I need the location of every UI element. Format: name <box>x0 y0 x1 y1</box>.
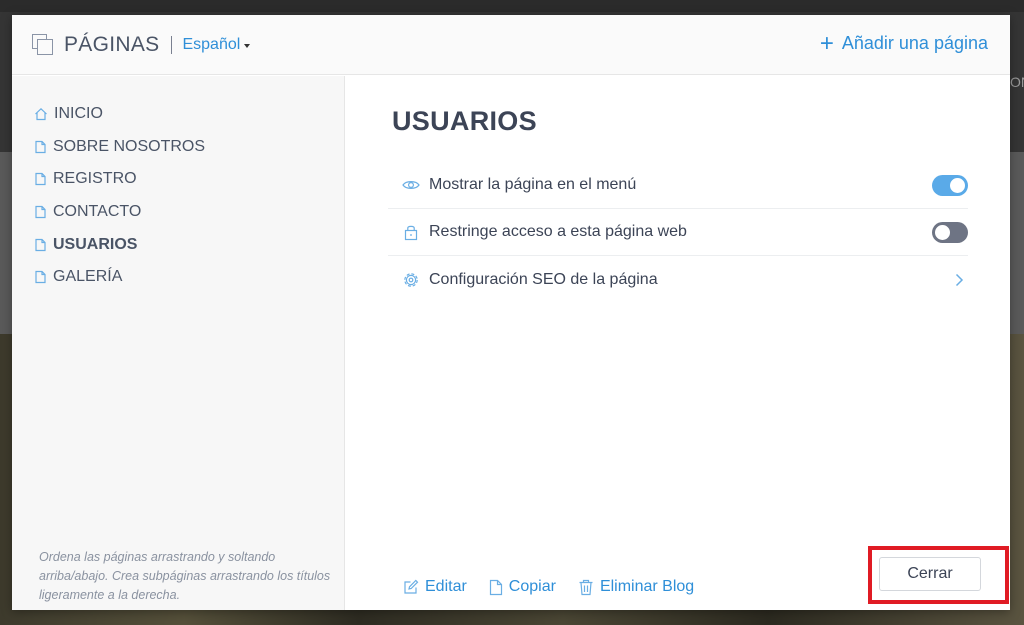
sidebar-item-usuarios[interactable]: USUARIOS <box>34 228 205 261</box>
add-page-button[interactable]: + Añadir una página <box>819 29 988 57</box>
language-selector[interactable]: Español <box>182 35 251 54</box>
page-icon <box>35 205 46 219</box>
page-title: USUARIOS <box>392 106 537 136</box>
page-icon <box>35 238 46 251</box>
home-icon <box>35 108 47 121</box>
delete-blog-label: Eliminar Blog <box>599 578 695 595</box>
page-icon <box>35 173 46 186</box>
pages-modal: PÁGINAS Español + Añadir una página INIC… <box>12 15 1010 610</box>
pages-icon <box>32 33 54 56</box>
setting-restrict-access[interactable]: Restringe acceso a esta página web <box>388 209 968 256</box>
modal-title: PÁGINAS <box>64 32 160 56</box>
show-in-menu-toggle[interactable] <box>932 175 968 196</box>
sidebar-item-label: SOBRE NOSOTROS <box>53 137 206 155</box>
add-page-label: Añadir una página <box>841 33 988 53</box>
edit-icon <box>404 579 419 594</box>
sidebar-item-label: INICIO <box>54 105 103 123</box>
sidebar-item-inicio[interactable]: INICIO <box>34 98 205 131</box>
lock-icon <box>404 225 418 241</box>
sidebar-item-sobre-nosotros[interactable]: SOBRE NOSOTROS <box>34 131 205 164</box>
setting-show-in-menu[interactable]: Mostrar la página en el menú <box>388 162 968 209</box>
edit-label: Editar <box>425 578 467 595</box>
background-partial-text: ON <box>1010 74 1024 90</box>
background-top-bar <box>0 0 1024 12</box>
toggle-knob <box>950 178 965 193</box>
caret-down-icon <box>244 43 251 48</box>
eye-icon <box>402 181 420 189</box>
pages-list: INICIO SOBRE NOSOTROS REGISTRO CONTACTO <box>34 98 205 294</box>
plus-icon: + <box>819 29 834 57</box>
settings-list: Mostrar la página en el menú Restringe a… <box>388 162 968 303</box>
header-divider <box>171 35 173 54</box>
trash-icon <box>579 579 593 595</box>
language-label: Español <box>182 35 241 53</box>
setting-label: Configuración SEO de la página <box>429 270 658 288</box>
sidebar-hint: Ordena las páginas arrastrando y soltand… <box>39 550 331 602</box>
chevron-right-icon <box>955 273 964 287</box>
close-button[interactable]: Cerrar <box>879 557 981 591</box>
sidebar-item-label: REGISTRO <box>53 170 137 188</box>
page-actions: Editar Copiar Eliminar Blog <box>403 578 716 596</box>
sidebar-item-contacto[interactable]: CONTACTO <box>34 196 205 229</box>
sidebar-item-label: USUARIOS <box>53 235 138 253</box>
copy-button[interactable]: Copiar <box>489 578 556 596</box>
modal-header: PÁGINAS Español + Añadir una página <box>12 15 1010 75</box>
toggle-knob <box>935 225 950 240</box>
page-settings-panel: USUARIOS Mostrar la página en el menú Re… <box>346 76 1010 610</box>
sidebar-item-galeria[interactable]: GALERÍA <box>34 261 205 294</box>
setting-label: Mostrar la página en el menú <box>429 176 637 193</box>
pages-sidebar: INICIO SOBRE NOSOTROS REGISTRO CONTACTO <box>12 76 345 610</box>
setting-seo[interactable]: Configuración SEO de la página <box>388 256 968 303</box>
restrict-access-toggle[interactable] <box>932 222 968 243</box>
delete-blog-button[interactable]: Eliminar Blog <box>578 578 694 596</box>
sidebar-item-registro[interactable]: REGISTRO <box>34 163 205 196</box>
edit-button[interactable]: Editar <box>403 578 467 596</box>
copy-label: Copiar <box>508 578 556 595</box>
gear-icon <box>404 272 418 287</box>
page-icon <box>35 271 46 284</box>
page-icon <box>35 140 46 153</box>
sidebar-item-label: CONTACTO <box>53 203 142 221</box>
setting-label: Restringe acceso a esta página web <box>429 223 687 240</box>
sidebar-item-label: GALERÍA <box>53 268 123 286</box>
copy-icon <box>489 579 502 595</box>
